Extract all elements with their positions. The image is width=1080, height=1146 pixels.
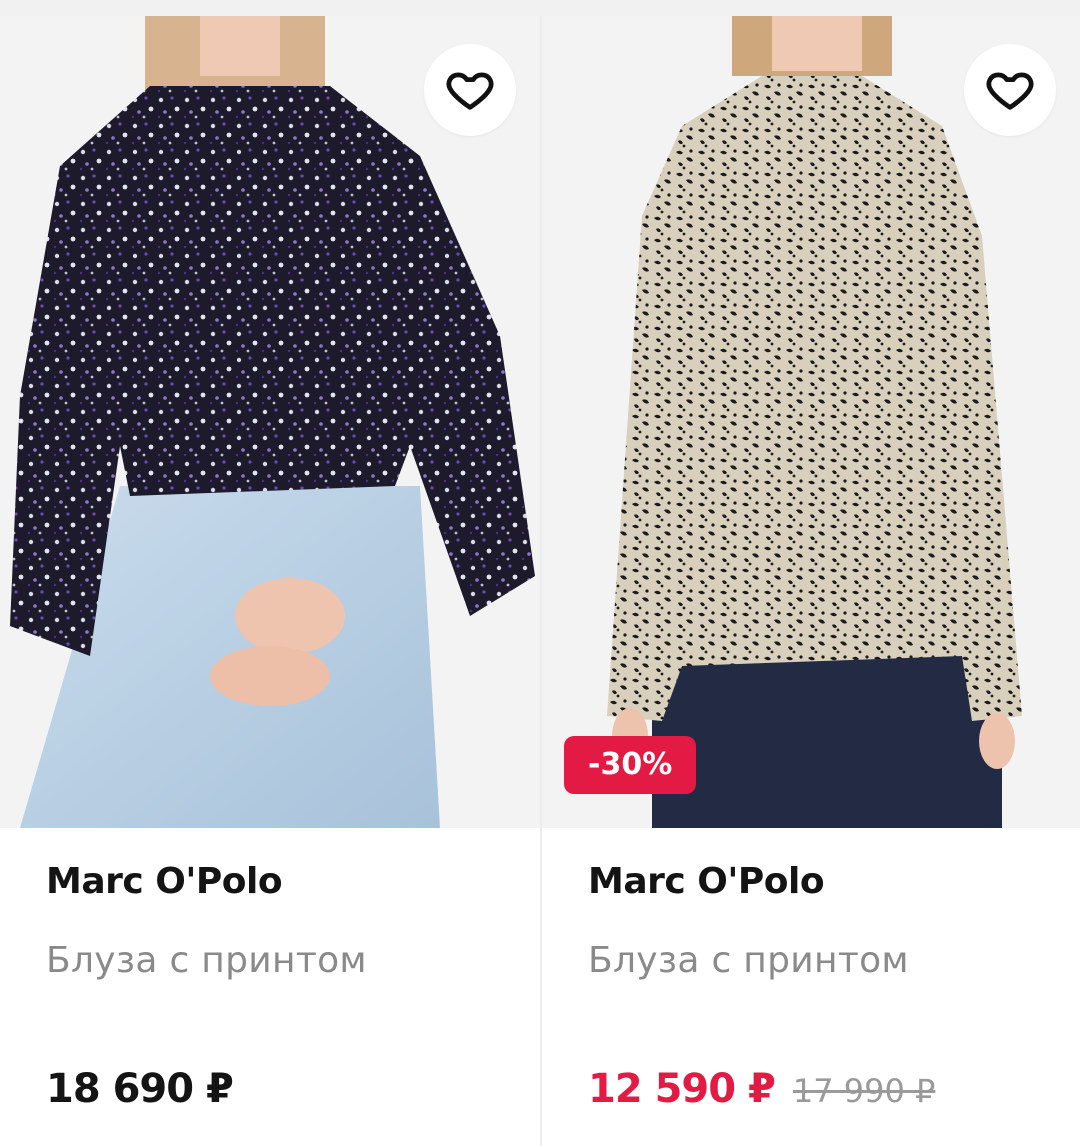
product-card[interactable]: -30% Marc O'Polo Блуза с принтом 12 590 …: [540, 16, 1080, 1146]
product-image: [0, 16, 540, 828]
product-info: Marc O'Polo Блуза с принтом: [46, 861, 520, 981]
product-price: 18 690 ₽: [46, 1066, 234, 1112]
favorite-button[interactable]: [964, 44, 1056, 136]
price-row: 12 590 ₽ 17 990 ₽: [588, 1066, 935, 1112]
favorite-button[interactable]: [424, 44, 516, 136]
product-title: Блуза с принтом: [46, 940, 367, 981]
product-title: Блуза с принтом: [588, 940, 909, 981]
product-photo[interactable]: [0, 16, 540, 828]
heart-outline-icon: [986, 72, 1034, 110]
sale-price: 12 590 ₽: [588, 1066, 776, 1112]
product-brand: Marc O'Polo: [588, 861, 825, 902]
discount-badge: -30%: [564, 736, 697, 794]
old-price: 17 990 ₽: [792, 1072, 936, 1110]
product-card[interactable]: Marc O'Polo Блуза с принтом 18 690 ₽: [0, 16, 540, 1146]
product-info: Marc O'Polo Блуза с принтом: [588, 861, 1060, 981]
product-image: [542, 16, 1080, 828]
price-row: 18 690 ₽: [46, 1066, 234, 1112]
top-divider: [0, 0, 1080, 16]
heart-outline-icon: [446, 72, 494, 110]
product-grid: Marc O'Polo Блуза с принтом 18 690 ₽ -30…: [0, 16, 1080, 1146]
product-brand: Marc O'Polo: [46, 861, 283, 902]
product-photo[interactable]: -30%: [542, 16, 1080, 828]
